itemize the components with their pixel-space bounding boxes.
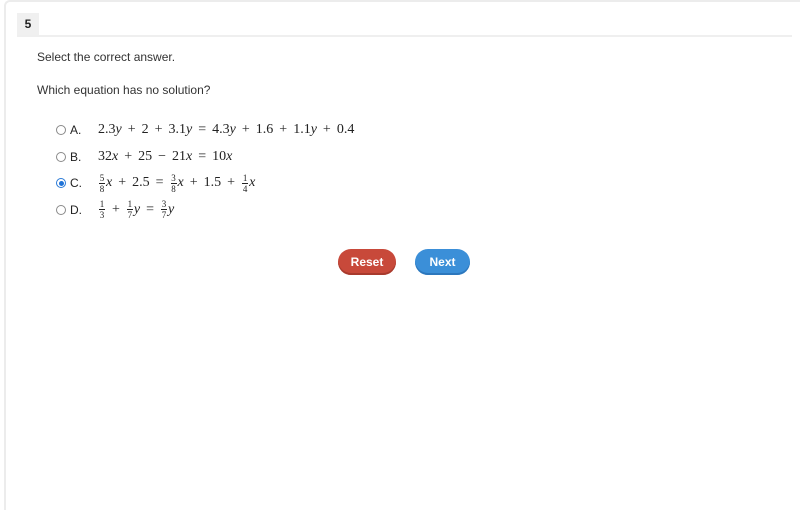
option-a-letter: A. [70, 123, 82, 138]
option-c-equation: 58x + 2.5 = 38x + 1.5 + 14x [99, 172, 256, 194]
option-d-radio[interactable] [56, 204, 66, 215]
option-b-letter: B. [70, 149, 82, 164]
option-c-letter: C. [70, 176, 82, 191]
option-d[interactable]: D. 13 + 17y = 37y [56, 197, 354, 224]
fraction: 13 [99, 199, 105, 221]
question-number: 5 [17, 13, 39, 35]
question-panel [4, 0, 800, 510]
reset-button[interactable]: Reset [338, 249, 396, 275]
answer-options: A. 2.3 y + 2 + 3.1 y = 4.3 y + 1.6 + 1.1 y +… [56, 117, 354, 223]
option-d-letter: D. [70, 202, 82, 217]
option-d-equation: 13 + 17y = 37y [99, 199, 175, 221]
fraction: 38 [170, 172, 177, 194]
next-button[interactable]: Next [415, 249, 470, 275]
fraction: 37 [161, 199, 168, 221]
option-a[interactable]: A. 2.3 y + 2 + 3.1 y = 4.3 y + 1.6 + 1.1 y +… [56, 117, 354, 144]
option-b[interactable]: B. 32 x + 25 − 21 x = 10 x [56, 144, 354, 171]
question-header: 5 [17, 13, 792, 37]
fraction: 14 [242, 172, 249, 194]
option-b-radio[interactable] [56, 151, 66, 162]
fraction: 17 [126, 199, 133, 221]
instruction-text: Select the correct answer. [37, 50, 176, 64]
option-c-radio[interactable] [56, 178, 66, 189]
question-prompt: Which equation has no solution? [37, 83, 211, 97]
option-a-radio[interactable] [56, 125, 66, 136]
fraction: 58 [99, 172, 105, 194]
option-b-equation: 32 x + 25 − 21 x = 10 x [98, 148, 233, 164]
option-c[interactable]: C. 58x + 2.5 = 38x + 1.5 + 14x [56, 170, 354, 197]
option-a-equation: 2.3 y + 2 + 3.1 y = 4.3 y + 1.6 + 1.1 y + 0.… [98, 122, 355, 138]
